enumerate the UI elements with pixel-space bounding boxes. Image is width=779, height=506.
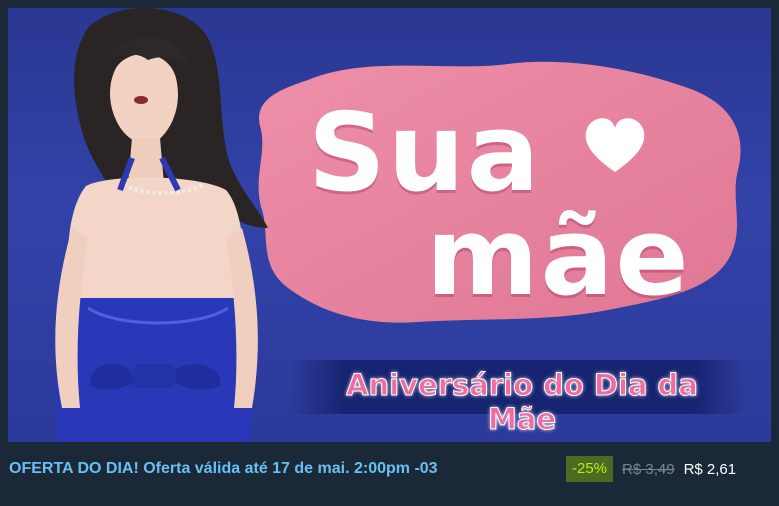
character-illustration: [55, 8, 268, 442]
capsule-subtitle: Aniversário do Dia da Mãe: [346, 368, 699, 437]
final-price: R$ 2,61: [683, 460, 737, 478]
price-block[interactable]: -25% R$ 3,49 R$ 2,61: [566, 456, 736, 482]
original-price: R$ 3,49: [622, 460, 675, 478]
title-line-sua: Sua: [308, 91, 542, 216]
daily-deal-offer-text: OFERTA DO DIA! Oferta válida até 17 de m…: [9, 460, 438, 477]
discount-badge: -25%: [566, 456, 614, 482]
sale-capsule-image[interactable]: Sua mãe Aniversário do Dia da Mãe: [8, 8, 771, 442]
heart-icon: [585, 118, 645, 172]
title-line-mae: mãe: [426, 195, 691, 320]
